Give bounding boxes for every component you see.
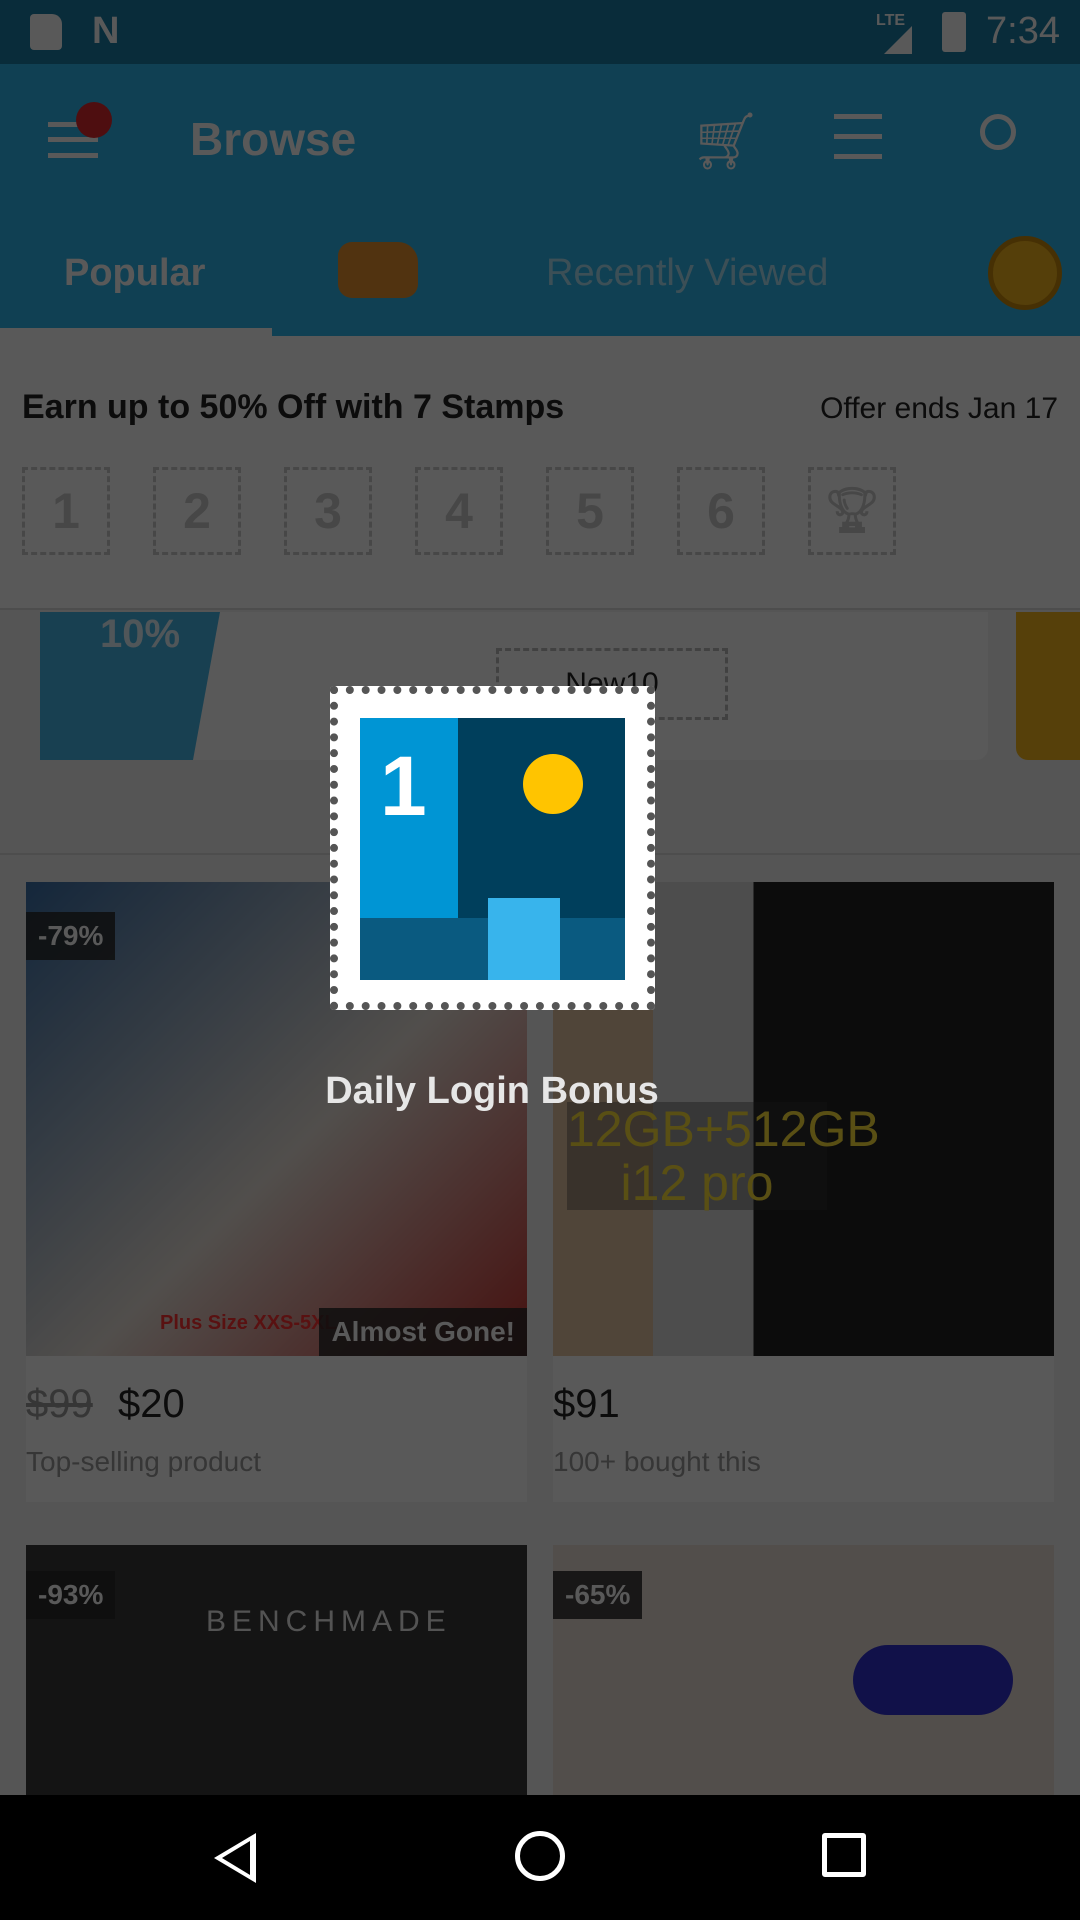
coupon-discount: 10% [100, 612, 181, 656]
back-button[interactable] [214, 1833, 256, 1883]
stamp-box-1: 1 [22, 467, 110, 555]
product-card[interactable]: -93% BENCHMADE [26, 1545, 527, 1795]
stamp-box-trophy: 🏆︎ [808, 467, 896, 555]
stamp-box-2: 2 [153, 467, 241, 555]
sd-card-icon [30, 14, 62, 50]
search-button[interactable] [980, 114, 1030, 164]
discount-badge: -79% [26, 912, 116, 960]
image-text: Plus Size XXS-5XL [160, 1312, 337, 1334]
stamp-title: Earn up to 50% Off with 7 Stamps [22, 388, 565, 426]
app-bar: Browse 🛒︎ Popular Recently Viewed [0, 64, 1080, 336]
clock: 7:34 [986, 10, 1060, 52]
daily-login-label: Daily Login Bonus [325, 1070, 659, 1112]
recents-button[interactable] [822, 1833, 866, 1877]
almost-gone-tag: Almost Gone! [319, 1308, 527, 1356]
tab-wheel[interactable] [988, 236, 1062, 310]
image-text: BENCHMADE [206, 1605, 452, 1638]
filter-button[interactable] [834, 114, 882, 160]
page-title: Browse [190, 113, 357, 165]
tab-popular[interactable]: Popular [64, 252, 205, 295]
product-image [853, 1645, 1013, 1715]
home-button[interactable] [515, 1831, 565, 1881]
notification-dot [76, 102, 112, 138]
n-notification-icon: N [92, 10, 120, 52]
old-price: $99 [26, 1382, 93, 1426]
price: $20 [118, 1382, 185, 1426]
cart-icon: 🛒︎ [690, 109, 762, 172]
product-subtitle: Top-selling product [26, 1446, 262, 1477]
stamp-box-4: 4 [415, 467, 503, 555]
offer-ends: Offer ends Jan 17 [820, 392, 1058, 425]
navigation-bar [0, 1795, 1080, 1920]
discount-badge: -65% [553, 1571, 643, 1619]
signal-icon [884, 26, 912, 54]
price: $91 [553, 1382, 620, 1426]
tab-recently-viewed[interactable]: Recently Viewed [546, 252, 828, 295]
discount-badge: -93% [26, 1571, 116, 1619]
trophy-icon: 🏆︎ [824, 486, 880, 535]
battery-charging-icon [942, 12, 966, 52]
next-banner[interactable] [1016, 612, 1080, 760]
cart-button[interactable]: 🛒︎ [690, 108, 761, 174]
stamp-box-3: 3 [284, 467, 372, 555]
stamp-box-5: 5 [546, 467, 634, 555]
stamp-box-6: 6 [677, 467, 765, 555]
menu-button[interactable] [48, 102, 112, 158]
house-icon [488, 898, 560, 980]
moon-icon [523, 754, 583, 814]
stamp-number: 1 [380, 739, 427, 833]
search-icon [980, 114, 1016, 150]
tab-delivery[interactable] [338, 242, 418, 298]
status-bar: N LTE 7:34 [0, 0, 1080, 64]
tab-indicator [0, 328, 272, 336]
product-subtitle: 100+ bought this [553, 1446, 761, 1477]
image-text: 12GB+512GB i12 pro [567, 1101, 880, 1211]
filter-icon [834, 114, 882, 160]
daily-stamp-image: 1 [330, 686, 655, 1010]
product-card[interactable]: -65% [553, 1545, 1054, 1795]
